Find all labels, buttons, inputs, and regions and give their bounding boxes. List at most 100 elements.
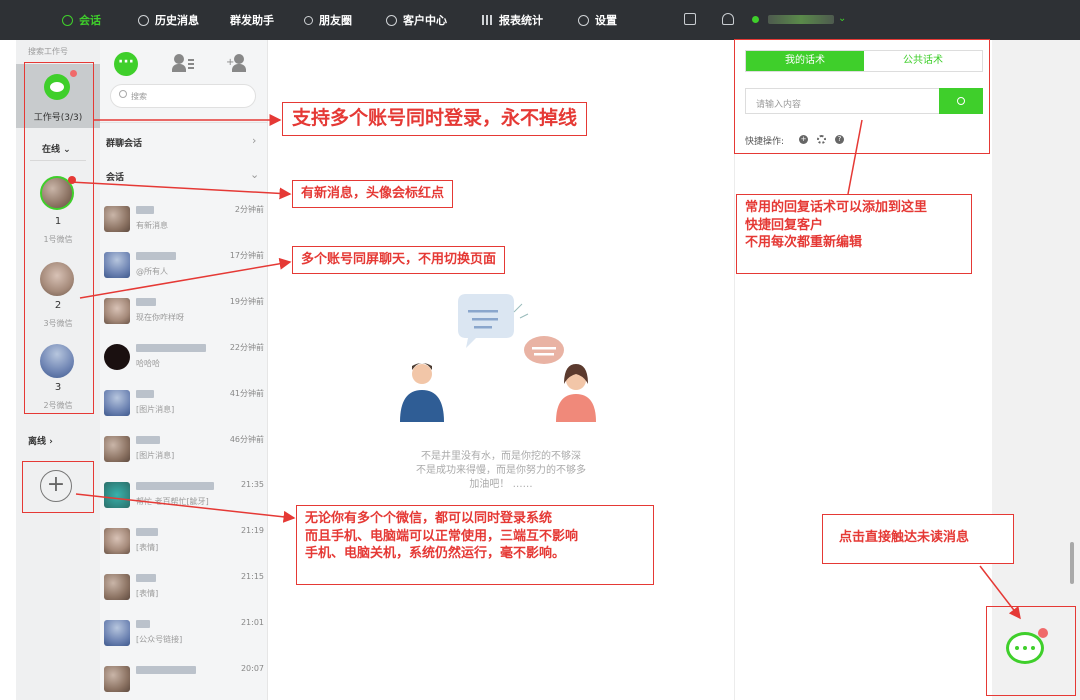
chat-name-blurred <box>136 574 156 582</box>
callout-phrases-line-3: 不用每次都重新编辑 <box>745 235 863 251</box>
chat-empty-state: 不是井里没有水，而是你挖的不够深 不是成功来得慢，而是你努力的不够多 加油吧！ … <box>268 40 734 700</box>
chat-avatar <box>104 528 130 554</box>
chat-avatar <box>104 390 130 416</box>
quote-line-3: 加油吧！ …… <box>469 479 533 490</box>
chat-name-blurred <box>136 436 160 444</box>
chat-preview: @所有人 <box>136 267 168 276</box>
motivational-quote: 不是井里没有水，而是你挖的不够深 不是成功来得慢，而是你努力的不够多 加油吧！ … <box>268 450 734 492</box>
chat-avatar <box>104 482 130 508</box>
chat-item[interactable]: 20:07 <box>100 662 268 700</box>
chat-time: 17分钟前 <box>229 251 264 260</box>
callout-phrases: 常用的回复话术可以添加到这里 快捷回复客户 不用每次都重新编辑 <box>736 194 972 274</box>
chat-item[interactable]: 19分钟前 现在你咋样呀 <box>100 294 268 334</box>
user-status-icon <box>752 16 759 23</box>
bar-chart-icon <box>482 15 493 25</box>
chevron-right-icon[interactable]: › <box>252 134 256 147</box>
user-name-blurred[interactable] <box>768 15 834 24</box>
chat-item[interactable]: 46分钟前 [图片消息] <box>100 432 268 472</box>
callout-multi-login: 支持多个账号同时登录，永不掉线 <box>282 102 588 136</box>
chat-name-blurred <box>136 390 154 398</box>
chat-time: 22分钟前 <box>229 343 264 352</box>
conversation-illustration <box>400 294 596 422</box>
search-placeholder: 搜索 <box>131 92 147 101</box>
annotation-box-add <box>22 461 94 513</box>
chat-preview: 现在你咋样呀 <box>136 313 184 322</box>
nav-broadcast[interactable]: 群发助手 <box>230 0 274 40</box>
chat-preview: 有新消息 <box>136 221 168 230</box>
search-icon <box>119 90 127 98</box>
chat-item[interactable]: 21:35 帮忙 老百帮忙[龇牙] <box>100 478 268 518</box>
nav-broadcast-label: 群发助手 <box>230 14 274 27</box>
chat-avatar <box>104 666 130 692</box>
group-section-header[interactable]: 群聊会话 <box>106 136 142 149</box>
chat-avatar <box>104 252 130 278</box>
top-navigation-bar: 会话 历史消息 群发助手 朋友圈 客户中心 报表统计 设置 ⌄ <box>0 0 1080 40</box>
chat-time: 21:01 <box>240 618 264 627</box>
chat-time: 46分钟前 <box>229 435 264 444</box>
chat-time: 21:15 <box>240 572 264 581</box>
chat-avatar <box>104 574 130 600</box>
add-friend-icon[interactable]: + <box>226 54 250 74</box>
callout-phrases-line-2: 快捷回复客户 <box>745 217 824 233</box>
chat-item[interactable]: 21:01 [公众号链接] <box>100 616 268 656</box>
offline-toggle[interactable]: 离线 › <box>28 434 53 447</box>
chat-list-column: ··· + 搜索 群聊会话 › 会话 ⌄ 2分钟前 有新消息 17分钟前 @所有… <box>100 40 268 700</box>
chevron-down-icon[interactable]: ⌄ <box>250 168 259 181</box>
annotation-box-phrases <box>734 39 990 154</box>
chat-time: 20:07 <box>240 664 264 673</box>
nav-moments[interactable]: 朋友圈 <box>304 0 352 40</box>
offline-label: 离线 <box>28 437 47 447</box>
chat-name-blurred <box>136 620 150 628</box>
book-icon[interactable] <box>684 13 696 25</box>
chat-item[interactable]: 2分钟前 有新消息 <box>100 202 268 242</box>
nav-settings[interactable]: 设置 <box>578 0 617 40</box>
callout-same-screen: 多个账号同屏聊天，不用切换页面 <box>292 246 506 274</box>
chat-time: 21:35 <box>240 480 264 489</box>
person-icon <box>386 14 397 26</box>
moments-icon <box>304 15 313 25</box>
chat-item[interactable]: 17分钟前 @所有人 <box>100 248 268 288</box>
chat-time: 2分钟前 <box>234 205 264 214</box>
callout-unread: 点击直接触达未读消息 <box>822 514 1014 564</box>
chat-name-blurred <box>136 206 154 214</box>
chat-preview: [图片消息] <box>136 451 175 460</box>
nav-sessions[interactable]: 会话 <box>62 0 101 40</box>
chat-avatar <box>104 620 130 646</box>
gear-icon <box>578 14 589 26</box>
callout-multi-device-line-2: 而且手机、电脑端可以正常使用，三端互不影响 <box>305 528 579 544</box>
nav-customers[interactable]: 客户中心 <box>386 0 447 40</box>
chat-name-blurred <box>136 482 214 490</box>
chat-name-blurred <box>136 252 176 260</box>
quote-line-2: 不是成功来得慢，而是你努力的不够多 <box>416 465 586 476</box>
chat-time: 41分钟前 <box>229 389 264 398</box>
chat-search-input[interactable]: 搜索 <box>110 84 256 108</box>
session-section-header[interactable]: 会话 <box>106 170 124 183</box>
chat-icon <box>62 14 73 26</box>
account-search[interactable]: 搜索工作号 <box>28 46 68 57</box>
edge-strip <box>992 40 1080 700</box>
callout-new-message: 有新消息，头像会标红点 <box>292 180 454 208</box>
chat-avatar <box>104 298 130 324</box>
chat-item[interactable]: 22分钟前 哈哈哈 <box>100 340 268 380</box>
chat-item[interactable]: 21:15 [表情] <box>100 570 268 610</box>
clock-icon <box>138 14 149 26</box>
nav-history[interactable]: 历史消息 <box>138 0 199 40</box>
database-icon[interactable] <box>722 13 734 25</box>
chat-item[interactable]: 41分钟前 [图片消息] <box>100 386 268 426</box>
nav-reports-label: 报表统计 <box>499 14 543 27</box>
chevron-down-icon[interactable]: ⌄ <box>838 13 846 24</box>
quote-line-1: 不是井里没有水，而是你挖的不够深 <box>421 451 581 462</box>
chat-preview: [图片消息] <box>136 405 175 414</box>
chat-item[interactable]: 21:19 [表情] <box>100 524 268 564</box>
chat-preview: [表情] <box>136 543 159 552</box>
nav-reports[interactable]: 报表统计 <box>482 0 543 40</box>
chat-preview: [公众号链接] <box>136 635 183 644</box>
contacts-icon[interactable] <box>172 54 194 74</box>
chat-name-blurred <box>136 528 158 536</box>
scrollbar-thumb[interactable] <box>1070 542 1074 584</box>
chat-avatar <box>104 206 130 232</box>
nav-settings-label: 设置 <box>595 14 617 27</box>
chat-icon[interactable]: ··· <box>114 52 138 76</box>
chat-preview: 哈哈哈 <box>136 359 160 368</box>
chat-preview: [表情] <box>136 589 159 598</box>
